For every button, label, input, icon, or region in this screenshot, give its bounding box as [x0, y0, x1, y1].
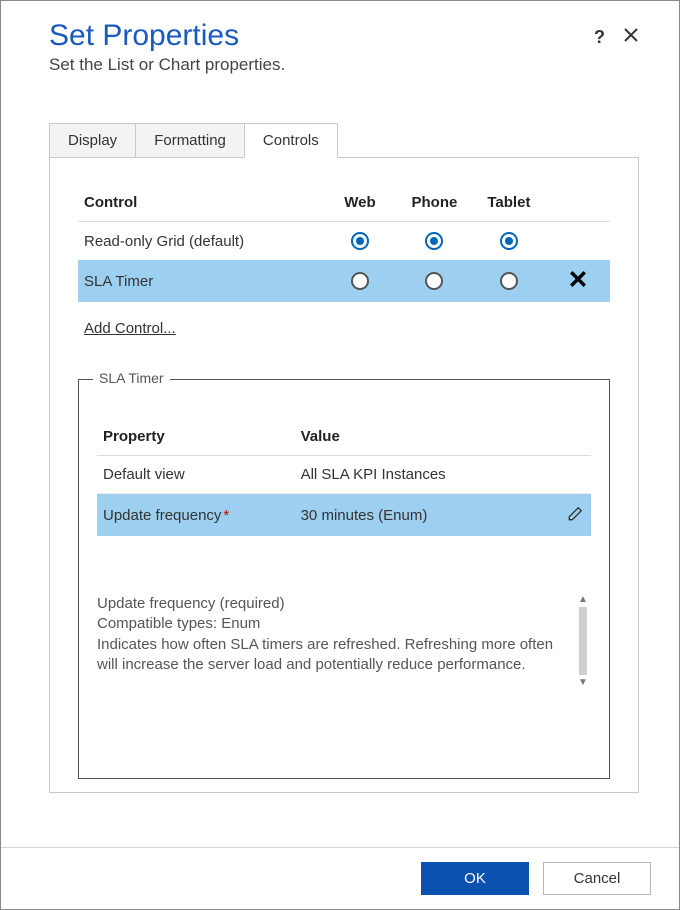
header-icons: ? — [594, 27, 639, 48]
dialog-body: Display Formatting Controls Control Web … — [1, 75, 679, 847]
required-indicator: * — [223, 507, 229, 524]
tab-display[interactable]: Display — [49, 123, 136, 157]
controls-table: Control Web Phone Tablet Read-only Grid … — [78, 186, 610, 302]
property-name: Default view — [97, 456, 295, 494]
set-properties-dialog: Set Properties Set the List or Chart pro… — [0, 0, 680, 910]
close-icon[interactable] — [623, 27, 639, 48]
description-text: Update frequency (required) Compatible t… — [97, 594, 569, 675]
radio-web[interactable] — [351, 232, 369, 250]
property-value: 30 minutes (Enum) — [295, 494, 542, 537]
col-property: Property — [97, 420, 295, 456]
fieldset-legend: SLA Timer — [93, 370, 170, 386]
control-name: SLA Timer — [78, 260, 323, 302]
properties-fieldset: SLA Timer Property Value Default view Al… — [78, 379, 610, 779]
dialog-subtitle: Set the List or Chart properties. — [49, 55, 594, 75]
help-icon[interactable]: ? — [594, 27, 605, 48]
cancel-button[interactable]: Cancel — [543, 862, 651, 895]
add-control-link[interactable]: Add Control... — [78, 320, 176, 337]
control-row[interactable]: Read-only Grid (default) — [78, 222, 610, 261]
scrollbar[interactable]: ▲ ▼ — [575, 594, 591, 688]
property-row[interactable]: Update frequency* 30 minutes (Enum) — [97, 494, 591, 537]
desc-line: Compatible types: Enum — [97, 614, 569, 634]
dialog-header: Set Properties Set the List or Chart pro… — [1, 1, 679, 75]
ok-button[interactable]: OK — [421, 862, 529, 895]
radio-phone[interactable] — [425, 272, 443, 290]
radio-tablet[interactable] — [500, 232, 518, 250]
control-row[interactable]: SLA Timer — [78, 260, 610, 302]
edit-icon[interactable] — [542, 494, 591, 537]
radio-phone[interactable] — [425, 232, 443, 250]
col-tablet: Tablet — [472, 186, 546, 222]
dialog-footer: OK Cancel — [1, 847, 679, 909]
controls-panel: Control Web Phone Tablet Read-only Grid … — [49, 158, 639, 793]
property-value: All SLA KPI Instances — [295, 456, 542, 494]
property-row[interactable]: Default view All SLA KPI Instances — [97, 456, 591, 494]
radio-web[interactable] — [351, 272, 369, 290]
scroll-up-icon[interactable]: ▲ — [578, 594, 588, 605]
col-actions — [546, 186, 610, 222]
remove-control-icon[interactable] — [546, 260, 610, 302]
property-name: Update frequency* — [97, 494, 295, 537]
radio-tablet[interactable] — [500, 272, 518, 290]
title-block: Set Properties Set the List or Chart pro… — [49, 19, 594, 75]
tab-bar: Display Formatting Controls — [49, 123, 639, 158]
desc-line: Indicates how often SLA timers are refre… — [97, 635, 569, 676]
tab-controls[interactable]: Controls — [244, 123, 338, 158]
col-control: Control — [78, 186, 323, 222]
scroll-thumb[interactable] — [579, 607, 587, 675]
dialog-title: Set Properties — [49, 19, 594, 53]
col-phone: Phone — [397, 186, 471, 222]
scroll-down-icon[interactable]: ▼ — [578, 677, 588, 688]
col-web: Web — [323, 186, 397, 222]
col-value: Value — [295, 420, 542, 456]
description-area: Update frequency (required) Compatible t… — [97, 594, 591, 675]
control-name: Read-only Grid (default) — [78, 222, 323, 261]
tab-formatting[interactable]: Formatting — [135, 123, 245, 157]
properties-table: Property Value Default view All SLA KPI … — [97, 420, 591, 536]
desc-line: Update frequency (required) — [97, 594, 569, 614]
